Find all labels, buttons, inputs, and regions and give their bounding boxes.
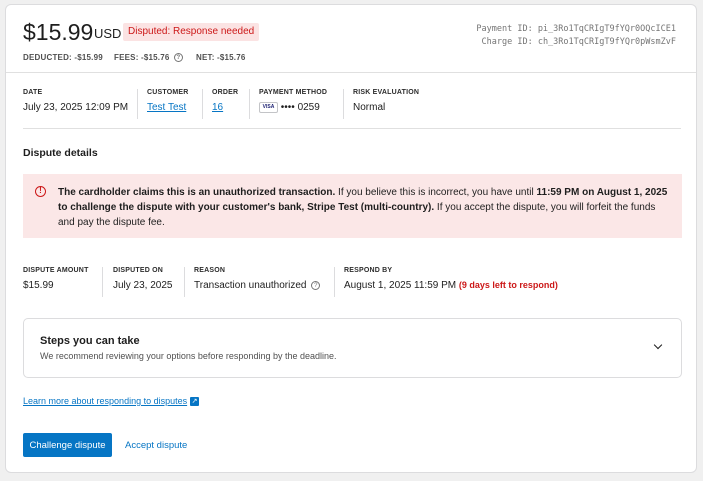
reason-label: REASON: [194, 267, 226, 274]
date-value: July 23, 2025 12:09 PM: [23, 102, 129, 113]
meta-separator: [137, 89, 138, 119]
net-amount: NET: -$15.76: [196, 53, 246, 62]
payment-header: $15.99 USD Disputed: Response needed DED…: [6, 5, 696, 73]
meta-customer: CUSTOMER Test Test: [147, 89, 189, 113]
meta-separator: [202, 89, 203, 119]
meta-separator: [249, 89, 250, 119]
card-last4: •••• 0259: [280, 102, 320, 114]
steps-accordion[interactable]: Steps you can take We recommend reviewin…: [23, 318, 682, 378]
days-remaining: (9 days left to respond): [458, 280, 558, 290]
respond-by-value: August 1, 2025 11:59 PM: [344, 280, 457, 291]
disputed-on: DISPUTED ON July 23, 2025: [113, 267, 173, 291]
reason-value: Transaction unauthorized: [194, 280, 307, 291]
help-icon[interactable]: ?: [311, 280, 321, 290]
detail-separator: [102, 267, 103, 297]
help-icon[interactable]: ?: [173, 53, 183, 63]
alert-message: The cardholder claims this is an unautho…: [58, 185, 673, 230]
disputed-on-label: DISPUTED ON: [113, 267, 164, 274]
risk-label: RISK EVALUATION: [353, 89, 420, 96]
payment-details-card: $15.99 USD Disputed: Response needed DED…: [5, 4, 697, 473]
meta-risk: RISK EVALUATION Normal: [353, 89, 419, 113]
accept-dispute-button[interactable]: Accept dispute: [125, 433, 187, 457]
payment-amount: $15.99: [23, 19, 94, 45]
dispute-amount: DISPUTE AMOUNT $15.99: [23, 267, 89, 291]
respond-by: RESPOND BY August 1, 2025 11:59 PM (9 da…: [344, 267, 558, 291]
customer-label: CUSTOMER: [147, 89, 189, 96]
status-badge: Disputed: Response needed: [123, 23, 260, 41]
payment-id: Payment ID: pi_3Ro1TqCRIgT9fYQr0OQcICE1: [476, 24, 676, 34]
currency-code: USD: [94, 26, 122, 41]
meta-payment-method: PAYMENT METHOD VISA •••• 0259: [259, 89, 327, 113]
fees-amount: FEES: -$15.76 ?: [114, 53, 183, 63]
learn-more-link[interactable]: Learn more about responding to disputes ↗: [23, 396, 200, 407]
dispute-reason: REASON Transaction unauthorized ?: [194, 267, 321, 291]
meta-date: DATE July 23, 2025 12:09 PM: [23, 89, 128, 113]
order-label: ORDER: [212, 89, 239, 96]
section-divider: [23, 128, 681, 129]
dispute-alert: ! The cardholder claims this is an unaut…: [23, 174, 682, 238]
alert-bold-claim: The cardholder claims this is an unautho…: [58, 187, 336, 198]
fees-text: FEES: -$15.76: [114, 53, 170, 62]
detail-separator: [184, 267, 185, 297]
payment-ids: Payment ID: pi_3Ro1TqCRIgT9fYQr0OQcICE1 …: [476, 23, 676, 48]
risk-value: Normal: [353, 102, 386, 113]
chevron-down-icon[interactable]: [653, 340, 663, 350]
date-label: DATE: [23, 89, 43, 96]
meta-separator: [343, 89, 344, 119]
dispute-amount-value: $15.99: [23, 280, 54, 291]
detail-separator: [334, 267, 335, 297]
alert-icon: !: [35, 186, 46, 197]
dispute-amount-label: DISPUTE AMOUNT: [23, 267, 89, 274]
alert-text-1: If you believe this is incorrect, you ha…: [335, 187, 537, 198]
dispute-details-title: Dispute details: [23, 147, 98, 159]
learn-more-text[interactable]: Learn more about responding to disputes: [23, 396, 187, 406]
charge-id: Charge ID: ch_3Ro1TqCRIgT9fYQr0pWsmZvF: [481, 36, 676, 47]
steps-subtitle: We recommend reviewing your options befo…: [40, 351, 337, 361]
meta-order: ORDER 16: [212, 89, 238, 113]
customer-link[interactable]: Test Test: [147, 102, 186, 113]
respond-by-label: RESPOND BY: [344, 267, 393, 274]
order-link[interactable]: 16: [212, 102, 223, 113]
steps-title: Steps you can take: [40, 335, 140, 347]
external-link-icon: ↗: [190, 397, 200, 407]
visa-card-icon: VISA: [259, 102, 278, 113]
challenge-dispute-button[interactable]: Challenge dispute: [23, 433, 112, 457]
disputed-on-value: July 23, 2025: [113, 280, 173, 291]
deducted-amount: DEDUCTED: -$15.99: [23, 53, 103, 62]
payment-method-label: PAYMENT METHOD: [259, 89, 328, 96]
